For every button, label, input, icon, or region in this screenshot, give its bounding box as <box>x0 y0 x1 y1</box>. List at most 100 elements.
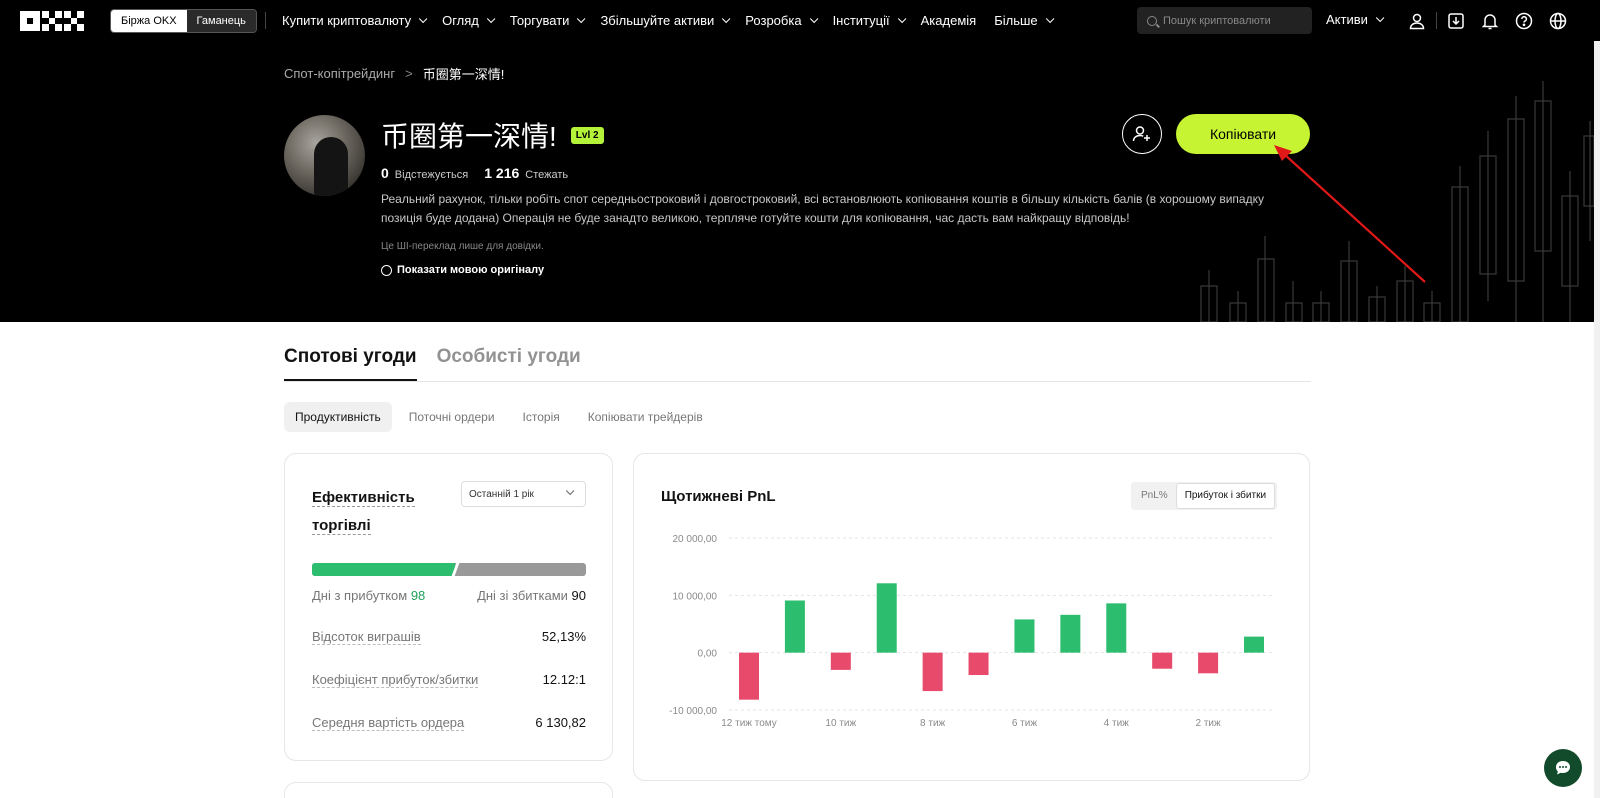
period-value: Останній 1 рік <box>469 488 534 500</box>
menu-label: Більше <box>994 13 1038 28</box>
menu-label: Розробка <box>745 13 802 28</box>
trader-name-row: 币圈第一深情! Lvl 2 <box>381 115 604 155</box>
x-tick-label: 8 тиж <box>920 718 946 729</box>
y-tick-label: 20 000,00 <box>673 534 718 545</box>
tab-personal-trades[interactable]: Особисті угоди <box>437 346 581 381</box>
pnl-bar[interactable] <box>1152 652 1173 669</box>
nav-divider <box>265 12 266 29</box>
breadcrumb-separator-icon: > <box>405 66 413 81</box>
tab-spot-trades[interactable]: Спотові угоди <box>284 346 417 381</box>
search-input[interactable]: Пошук криптовалюти <box>1163 15 1271 27</box>
bell-icon[interactable] <box>1473 12 1507 30</box>
chevron-down-icon <box>1375 13 1385 22</box>
search-icon <box>1147 15 1157 26</box>
menu-item-more[interactable]: Більше <box>994 13 1054 28</box>
x-tick-label: 6 тиж <box>1012 718 1038 729</box>
wallet-switch-button[interactable]: Гаманець <box>186 10 256 32</box>
nav-icon-divider <box>1436 12 1437 29</box>
chat-button[interactable] <box>1544 749 1582 787</box>
exchange-switch-button[interactable]: Біржа OKX <box>111 10 187 32</box>
page-scrollbar[interactable] <box>1594 41 1600 798</box>
toggle-profit-loss[interactable]: Прибуток і збитки <box>1175 483 1276 509</box>
chevron-down-icon <box>1045 14 1054 23</box>
okx-logo[interactable] <box>20 11 84 31</box>
loss-days-value: 90 <box>571 588 586 603</box>
breadcrumb: Спот-копітрейдинг > 币圈第一深情! <box>284 64 504 83</box>
chat-icon <box>1555 761 1570 775</box>
pnl-bar[interactable] <box>968 652 989 676</box>
x-tick-label: 2 тиж <box>1195 718 1221 729</box>
main-menu: Купити криптовалюту Огляд Торгувати Збіл… <box>282 0 1054 41</box>
pnl-bar[interactable] <box>784 600 805 653</box>
trader-name: 币圈第一深情! <box>381 121 557 152</box>
metric-label: Середня вартість ордера <box>312 715 465 731</box>
pnl-mode-toggle: PnL% Прибуток і збитки <box>1131 482 1278 510</box>
pnl-bar[interactable] <box>1244 636 1264 653</box>
chevron-down-icon <box>577 14 586 23</box>
subtab-performance[interactable]: Продуктивність <box>284 402 392 432</box>
menu-label: Збільшуйте активи <box>600 13 715 28</box>
menu-item-trade[interactable]: Торгувати <box>510 13 586 28</box>
subtab-copy-traders[interactable]: Копіювати трейдерів <box>577 402 714 432</box>
menu-label: Огляд <box>442 13 479 28</box>
chevron-down-icon <box>722 14 731 23</box>
metric-value: 52,13% <box>541 629 586 644</box>
breadcrumb-parent-link[interactable]: Спот-копітрейдинг <box>284 66 395 81</box>
profit-loss-ratio-bar <box>312 563 586 576</box>
menu-item-academy[interactable]: Академія <box>921 13 977 28</box>
trader-avatar <box>284 115 365 196</box>
user-icon[interactable] <box>1400 12 1434 30</box>
show-original-link[interactable]: Показати мовою оригіналу <box>381 264 544 276</box>
menu-label: Купити криптовалюту <box>282 13 412 28</box>
follow-stats: 0 Відстежується 1 216 Стежать <box>381 165 578 181</box>
crypto-search[interactable]: Пошук криптовалюти <box>1137 7 1312 34</box>
pnl-bar[interactable] <box>830 652 851 670</box>
y-tick-label: 0,00 <box>698 649 718 660</box>
menu-item-buy-crypto[interactable]: Купити криптовалюту <box>282 13 428 28</box>
pnl-bar[interactable] <box>1060 614 1081 653</box>
download-icon[interactable] <box>1439 12 1473 30</box>
menu-item-grow[interactable]: Збільшуйте активи <box>600 13 731 28</box>
annotation-arrow <box>1274 145 1426 283</box>
menu-item-overview[interactable]: Огляд <box>442 13 496 28</box>
exchange-wallet-switch: Біржа OKX Гаманець <box>110 9 257 33</box>
following-count: 0 <box>381 165 389 181</box>
chevron-down-icon <box>809 14 818 23</box>
translate-icon <box>381 264 392 276</box>
level-badge: Lvl 2 <box>570 126 604 144</box>
weekly-pnl-card: Щотижневі PnL PnL% Прибуток і збитки -10… <box>633 453 1310 781</box>
profit-days: Дні з прибутком 98 <box>312 588 425 603</box>
profit-days-label: Дні з прибутком <box>312 588 408 603</box>
period-select[interactable]: Останній 1 рік <box>461 481 586 507</box>
weekly-pnl-chart: -10 000,00 0,00 10 000,00 20 000,00 12 тиж т… <box>669 534 1274 729</box>
profit-days-value: 98 <box>410 588 426 603</box>
metric-row: Відсоток виграшів 52,13% <box>312 629 586 645</box>
followers-label: Стежать <box>525 169 569 181</box>
subtab-current-orders[interactable]: Поточні ордери <box>398 402 506 432</box>
menu-item-build[interactable]: Розробка <box>745 13 818 28</box>
x-tick-label: 10 тиж <box>825 718 856 729</box>
add-user-icon <box>1132 126 1150 142</box>
next-card <box>284 782 613 798</box>
menu-item-institutions[interactable]: Інституції <box>833 13 906 28</box>
toggle-pnl-percent[interactable]: PnL% <box>1133 484 1176 508</box>
loss-days: Дні зі збитками 90 <box>477 588 586 603</box>
x-tick-label: 12 тиж тому <box>721 718 777 729</box>
show-original-label: Показати мовою оригіналу <box>397 264 545 276</box>
help-icon[interactable] <box>1507 12 1541 30</box>
assets-menu[interactable]: Активи <box>1326 12 1385 27</box>
menu-label: Академія <box>920 13 977 28</box>
subtab-history[interactable]: Історія <box>512 402 571 432</box>
pnl-bar[interactable] <box>922 652 943 692</box>
pnl-bar[interactable] <box>739 652 759 700</box>
pnl-bar[interactable] <box>876 583 897 653</box>
metric-row: Коефіцієнт прибуток/збитки 12.12:1 <box>312 672 586 688</box>
pnl-bar[interactable] <box>1014 619 1035 653</box>
pnl-bar[interactable] <box>1198 652 1219 674</box>
nav-icon-group <box>1400 0 1575 41</box>
metric-label: Коефіцієнт прибуток/збитки <box>312 672 479 688</box>
follow-button[interactable] <box>1122 114 1162 154</box>
pnl-bar[interactable] <box>1106 603 1127 653</box>
weekly-pnl-title: Щотижневі PnL <box>661 488 776 505</box>
globe-icon[interactable] <box>1541 12 1575 30</box>
